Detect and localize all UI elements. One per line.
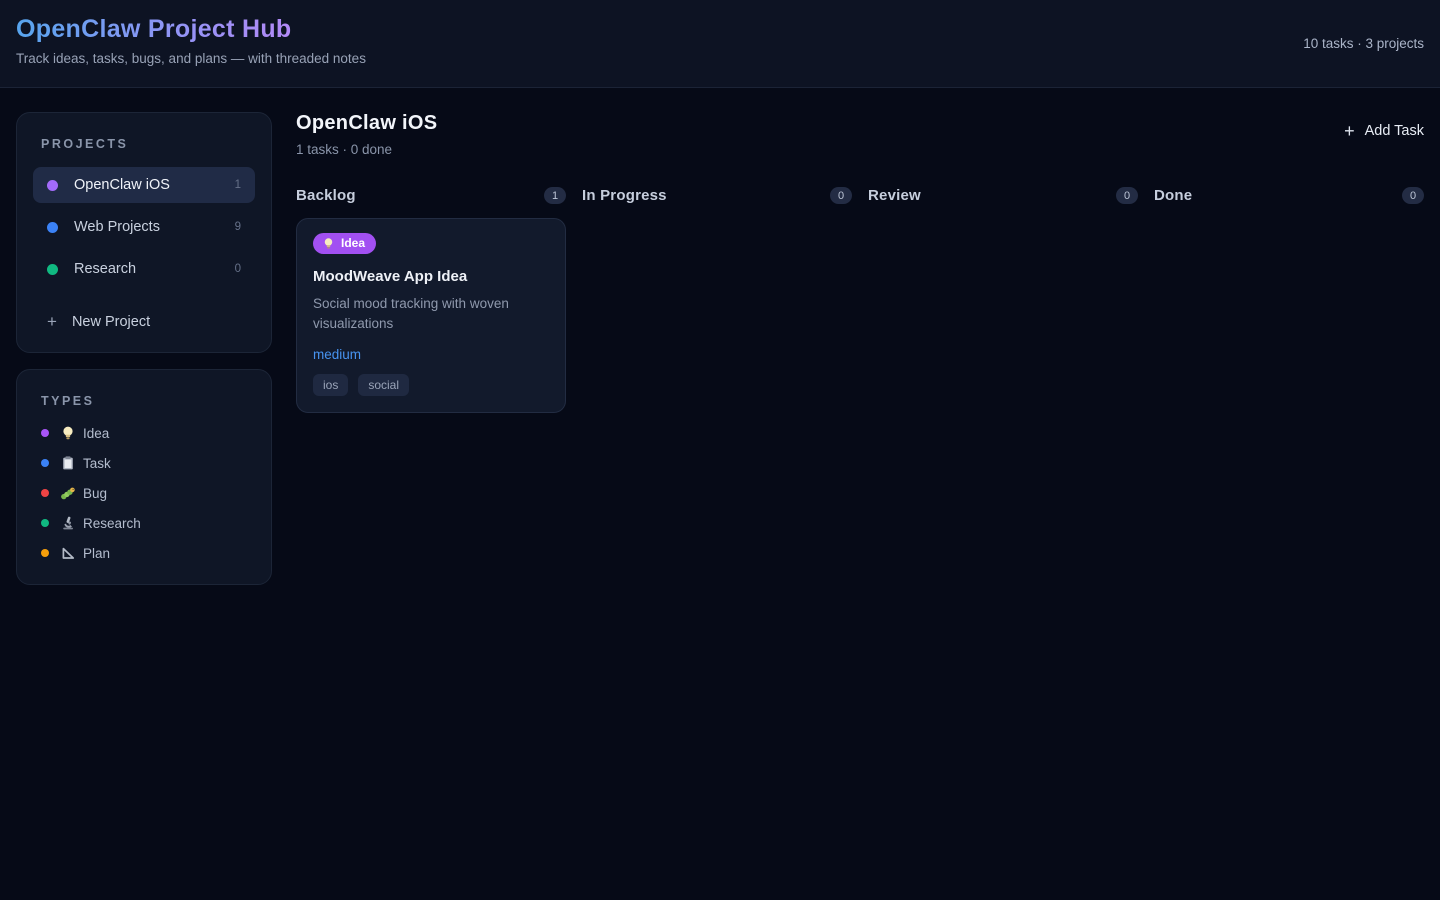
card-tags: ios social <box>313 374 549 396</box>
project-color-dot <box>47 180 58 191</box>
app-title: OpenClaw Project Hub <box>16 15 291 44</box>
sidebar-project-item[interactable]: OpenClaw iOS 1 <box>33 167 255 203</box>
project-name: Web Projects <box>74 219 160 235</box>
clipboard-icon <box>60 455 76 471</box>
types-panel: TYPES Idea Task Bug Research Plan <box>16 369 272 585</box>
card-tag: social <box>358 374 409 396</box>
column-count-badge: 1 <box>544 187 566 204</box>
new-project-button[interactable]: + New Project <box>41 313 150 330</box>
type-list: Idea Task Bug Research Plan <box>41 424 247 562</box>
new-project-label: New Project <box>72 314 150 330</box>
kanban-column: In Progress 0 <box>582 187 852 413</box>
column-name: Review <box>868 187 921 204</box>
board-header: OpenClaw iOS 1 tasks · 0 done + Add Task <box>296 112 1424 157</box>
plus-icon: + <box>47 313 57 330</box>
header-stats: 10 tasks · 3 projects <box>1303 36 1424 51</box>
column-header: Backlog 1 <box>296 187 566 204</box>
kanban-column: Review 0 <box>868 187 1138 413</box>
app-header: OpenClaw Project Hub Track ideas, tasks,… <box>0 0 1440 88</box>
type-color-dot <box>41 519 49 527</box>
column-count-badge: 0 <box>1402 187 1424 204</box>
types-heading: TYPES <box>41 394 247 408</box>
column-name: Done <box>1154 187 1192 204</box>
projects-panel: PROJECTS OpenClaw iOS 1 Web Projects 9 R… <box>16 112 272 353</box>
card-tag: ios <box>313 374 348 396</box>
add-task-label: Add Task <box>1365 123 1424 139</box>
sidebar-type-item: Bug <box>41 484 247 502</box>
type-label: Task <box>83 456 111 471</box>
sidebar-project-item[interactable]: Web Projects 9 <box>33 209 255 245</box>
card-title: MoodWeave App Idea <box>313 268 549 285</box>
column-header: Review 0 <box>868 187 1138 204</box>
column-name: Backlog <box>296 187 356 204</box>
column-count-badge: 0 <box>830 187 852 204</box>
sidebar-type-item: Research <box>41 514 247 532</box>
sidebar: PROJECTS OpenClaw iOS 1 Web Projects 9 R… <box>16 112 272 585</box>
project-color-dot <box>47 222 58 233</box>
project-color-dot <box>47 264 58 275</box>
column-cards: Idea MoodWeave App Idea Social mood trac… <box>296 218 566 413</box>
content-area: PROJECTS OpenClaw iOS 1 Web Projects 9 R… <box>0 88 1440 585</box>
card-description: Social mood tracking with woven visualiz… <box>313 294 528 335</box>
plus-icon: + <box>1344 122 1355 140</box>
project-count: 1 <box>235 179 241 191</box>
bug-icon <box>60 485 76 501</box>
sidebar-type-item: Idea <box>41 424 247 442</box>
add-task-button[interactable]: + Add Task <box>1344 122 1424 140</box>
sidebar-project-item[interactable]: Research 0 <box>33 251 255 287</box>
kanban-column: Backlog 1 Idea MoodWeave App Idea Social… <box>296 187 566 413</box>
column-header: Done 0 <box>1154 187 1424 204</box>
type-label: Idea <box>83 426 109 441</box>
project-count: 9 <box>235 221 241 233</box>
projects-heading: PROJECTS <box>41 137 247 151</box>
board-subtitle: 1 tasks · 0 done <box>296 142 437 157</box>
column-count-badge: 0 <box>1116 187 1138 204</box>
project-count: 0 <box>235 263 241 275</box>
type-color-dot <box>41 459 49 467</box>
sidebar-type-item: Plan <box>41 544 247 562</box>
card-type-label: Idea <box>341 236 365 250</box>
card-type-badge: Idea <box>313 233 376 254</box>
kanban-board: Backlog 1 Idea MoodWeave App Idea Social… <box>296 187 1424 413</box>
board-title: OpenClaw iOS <box>296 112 437 135</box>
board-title-block: OpenClaw iOS 1 tasks · 0 done <box>296 112 437 157</box>
bulb-icon <box>322 237 335 250</box>
project-name: OpenClaw iOS <box>74 177 170 193</box>
app-subtitle: Track ideas, tasks, bugs, and plans — wi… <box>16 51 1424 66</box>
ruler-icon <box>60 545 76 561</box>
board-main: OpenClaw iOS 1 tasks · 0 done + Add Task… <box>296 112 1424 413</box>
column-name: In Progress <box>582 187 667 204</box>
kanban-column: Done 0 <box>1154 187 1424 413</box>
type-color-dot <box>41 489 49 497</box>
type-label: Plan <box>83 546 110 561</box>
type-label: Bug <box>83 486 107 501</box>
project-name: Research <box>74 261 136 277</box>
task-card[interactable]: Idea MoodWeave App Idea Social mood trac… <box>296 218 566 413</box>
project-list: OpenClaw iOS 1 Web Projects 9 Research 0 <box>41 167 247 287</box>
sidebar-type-item: Task <box>41 454 247 472</box>
type-color-dot <box>41 549 49 557</box>
microscope-icon <box>60 515 76 531</box>
type-label: Research <box>83 516 141 531</box>
column-header: In Progress 0 <box>582 187 852 204</box>
bulb-icon <box>60 425 76 441</box>
type-color-dot <box>41 429 49 437</box>
card-priority: medium <box>313 347 549 362</box>
